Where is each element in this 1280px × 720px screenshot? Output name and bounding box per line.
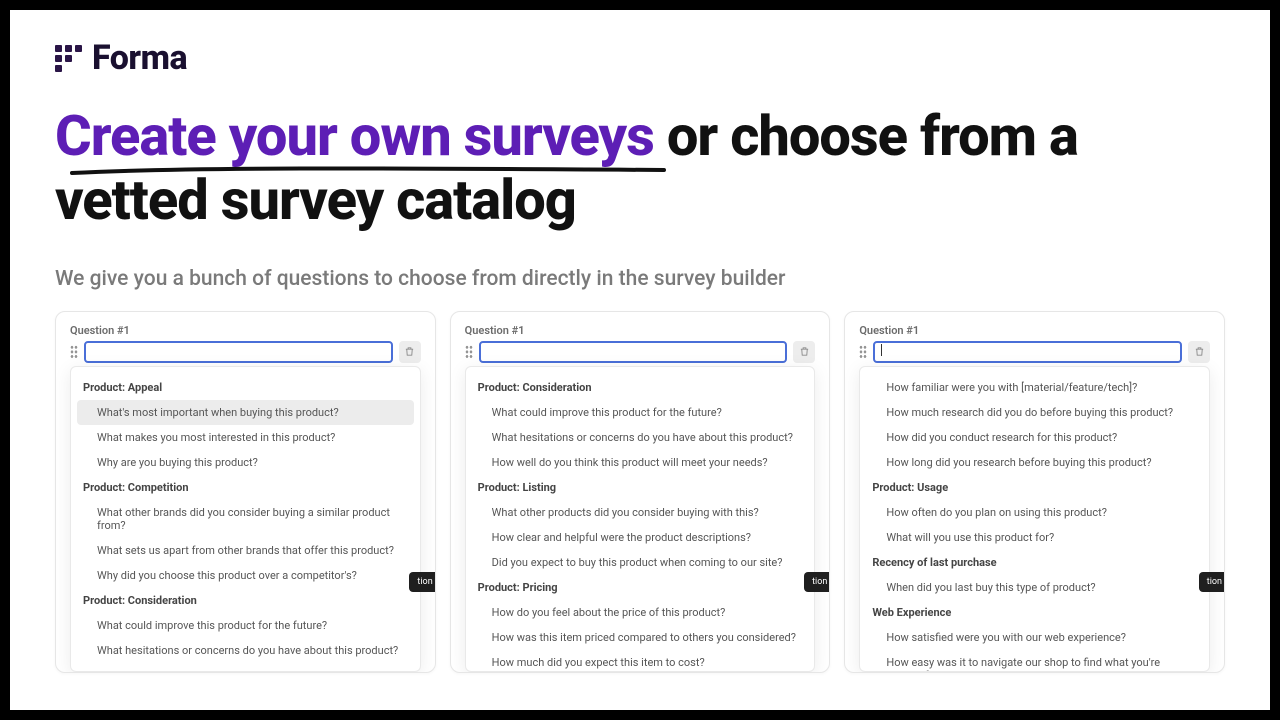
suggestion-item[interactable]: What other brands did you consider buyin…: [71, 500, 420, 538]
suggestion-item[interactable]: What hesitations or concerns do you have…: [71, 638, 420, 663]
question-label: Question #1: [859, 324, 1210, 337]
drag-handle-icon[interactable]: [70, 345, 78, 359]
suggestion-item[interactable]: How well do you think this product will …: [466, 450, 815, 475]
headline-accent: Create your own surveys: [55, 104, 654, 168]
suggestion-item[interactable]: How did you conduct research for this pr…: [860, 425, 1209, 450]
delete-button[interactable]: [1188, 341, 1210, 363]
question-input[interactable]: [84, 341, 393, 363]
question-input[interactable]: [873, 341, 1182, 363]
suggestion-group-title: Web Experience: [860, 600, 1209, 625]
suggestion-item[interactable]: How familiar were you with [material/fea…: [860, 375, 1209, 400]
suggestion-group-title: Product: Consideration: [466, 375, 815, 400]
suggestion-item[interactable]: When did you last buy this type of produ…: [860, 575, 1209, 600]
suggestion-item[interactable]: How do you feel about the price of this …: [466, 600, 815, 625]
suggestion-item[interactable]: How was this item priced compared to oth…: [466, 625, 815, 650]
survey-card: Question #1 How familiar were you with [m…: [844, 311, 1225, 673]
logo-text: Forma: [92, 38, 187, 78]
suggestion-item[interactable]: Why are you buying this product?: [71, 450, 420, 475]
suggestion-item[interactable]: What will you use this product for?: [860, 525, 1209, 550]
suggestion-item[interactable]: Did you expect to buy this product when …: [466, 550, 815, 575]
suggestion-item[interactable]: What other products did you consider buy…: [466, 500, 815, 525]
suggestion-item[interactable]: What could improve this product for the …: [71, 613, 420, 638]
drag-handle-icon[interactable]: [465, 345, 473, 359]
drag-handle-icon[interactable]: [859, 345, 867, 359]
suggestion-item[interactable]: How easy was it to navigate our shop to …: [860, 650, 1209, 672]
question-label: Question #1: [70, 324, 421, 337]
question-suggestions-dropdown: Product: ConsiderationWhat could improve…: [465, 366, 816, 672]
suggestion-item[interactable]: How satisfied were you with our web expe…: [860, 625, 1209, 650]
suggestion-item[interactable]: What could improve this product for the …: [466, 400, 815, 425]
survey-card: Question #1 Product: AppealWhat's most im…: [55, 311, 436, 673]
partial-badge: tion: [804, 572, 830, 592]
suggestion-item[interactable]: What hesitations or concerns do you have…: [466, 425, 815, 450]
suggestion-item[interactable]: What makes you most interested in this p…: [71, 425, 420, 450]
question-suggestions-dropdown: Product: AppealWhat's most important whe…: [70, 366, 421, 672]
suggestion-item[interactable]: How much research did you do before buyi…: [860, 400, 1209, 425]
suggestion-group-title: Product: Listing: [466, 475, 815, 500]
question-input-row: [465, 341, 816, 363]
subtitle: We give you a bunch of questions to choo…: [55, 267, 1225, 291]
question-input-row: [70, 341, 421, 363]
suggestion-item[interactable]: How much did you expect this item to cos…: [466, 650, 815, 672]
logo-mark-icon: [55, 45, 82, 72]
suggestion-group-title: Product: Pricing: [466, 575, 815, 600]
suggestion-item[interactable]: What's most important when buying this p…: [77, 400, 414, 425]
page-title: Create your own surveys or choose from a…: [55, 104, 1225, 233]
suggestion-item[interactable]: How clear and helpful were the product d…: [466, 525, 815, 550]
partial-badge: tion: [1199, 572, 1225, 592]
suggestion-item[interactable]: How often do you plan on using this prod…: [860, 500, 1209, 525]
suggestion-group-title: Recency of last purchase: [860, 550, 1209, 575]
question-input[interactable]: [479, 341, 788, 363]
delete-button[interactable]: [793, 341, 815, 363]
suggestion-item[interactable]: What sets us apart from other brands tha…: [71, 538, 420, 563]
partial-badge: tion: [409, 572, 435, 592]
suggestion-group-title: Product: Appeal: [71, 375, 420, 400]
question-suggestions-dropdown: How familiar were you with [material/fea…: [859, 366, 1210, 672]
suggestion-item[interactable]: Why did you choose this product over a c…: [71, 563, 420, 588]
suggestion-item[interactable]: How long did you research before buying …: [860, 450, 1209, 475]
question-input-row: [859, 341, 1210, 363]
brand-logo: Forma: [55, 38, 1225, 78]
suggestion-item[interactable]: How well do you think this product will …: [71, 663, 420, 672]
survey-card: Question #1 Product: ConsiderationWhat co…: [450, 311, 831, 673]
suggestion-group-title: Product: Usage: [860, 475, 1209, 500]
delete-button[interactable]: [399, 341, 421, 363]
question-label: Question #1: [465, 324, 816, 337]
suggestion-group-title: Product: Consideration: [71, 588, 420, 613]
cards-row: Question #1 Product: AppealWhat's most im…: [55, 311, 1225, 673]
suggestion-group-title: Product: Competition: [71, 475, 420, 500]
